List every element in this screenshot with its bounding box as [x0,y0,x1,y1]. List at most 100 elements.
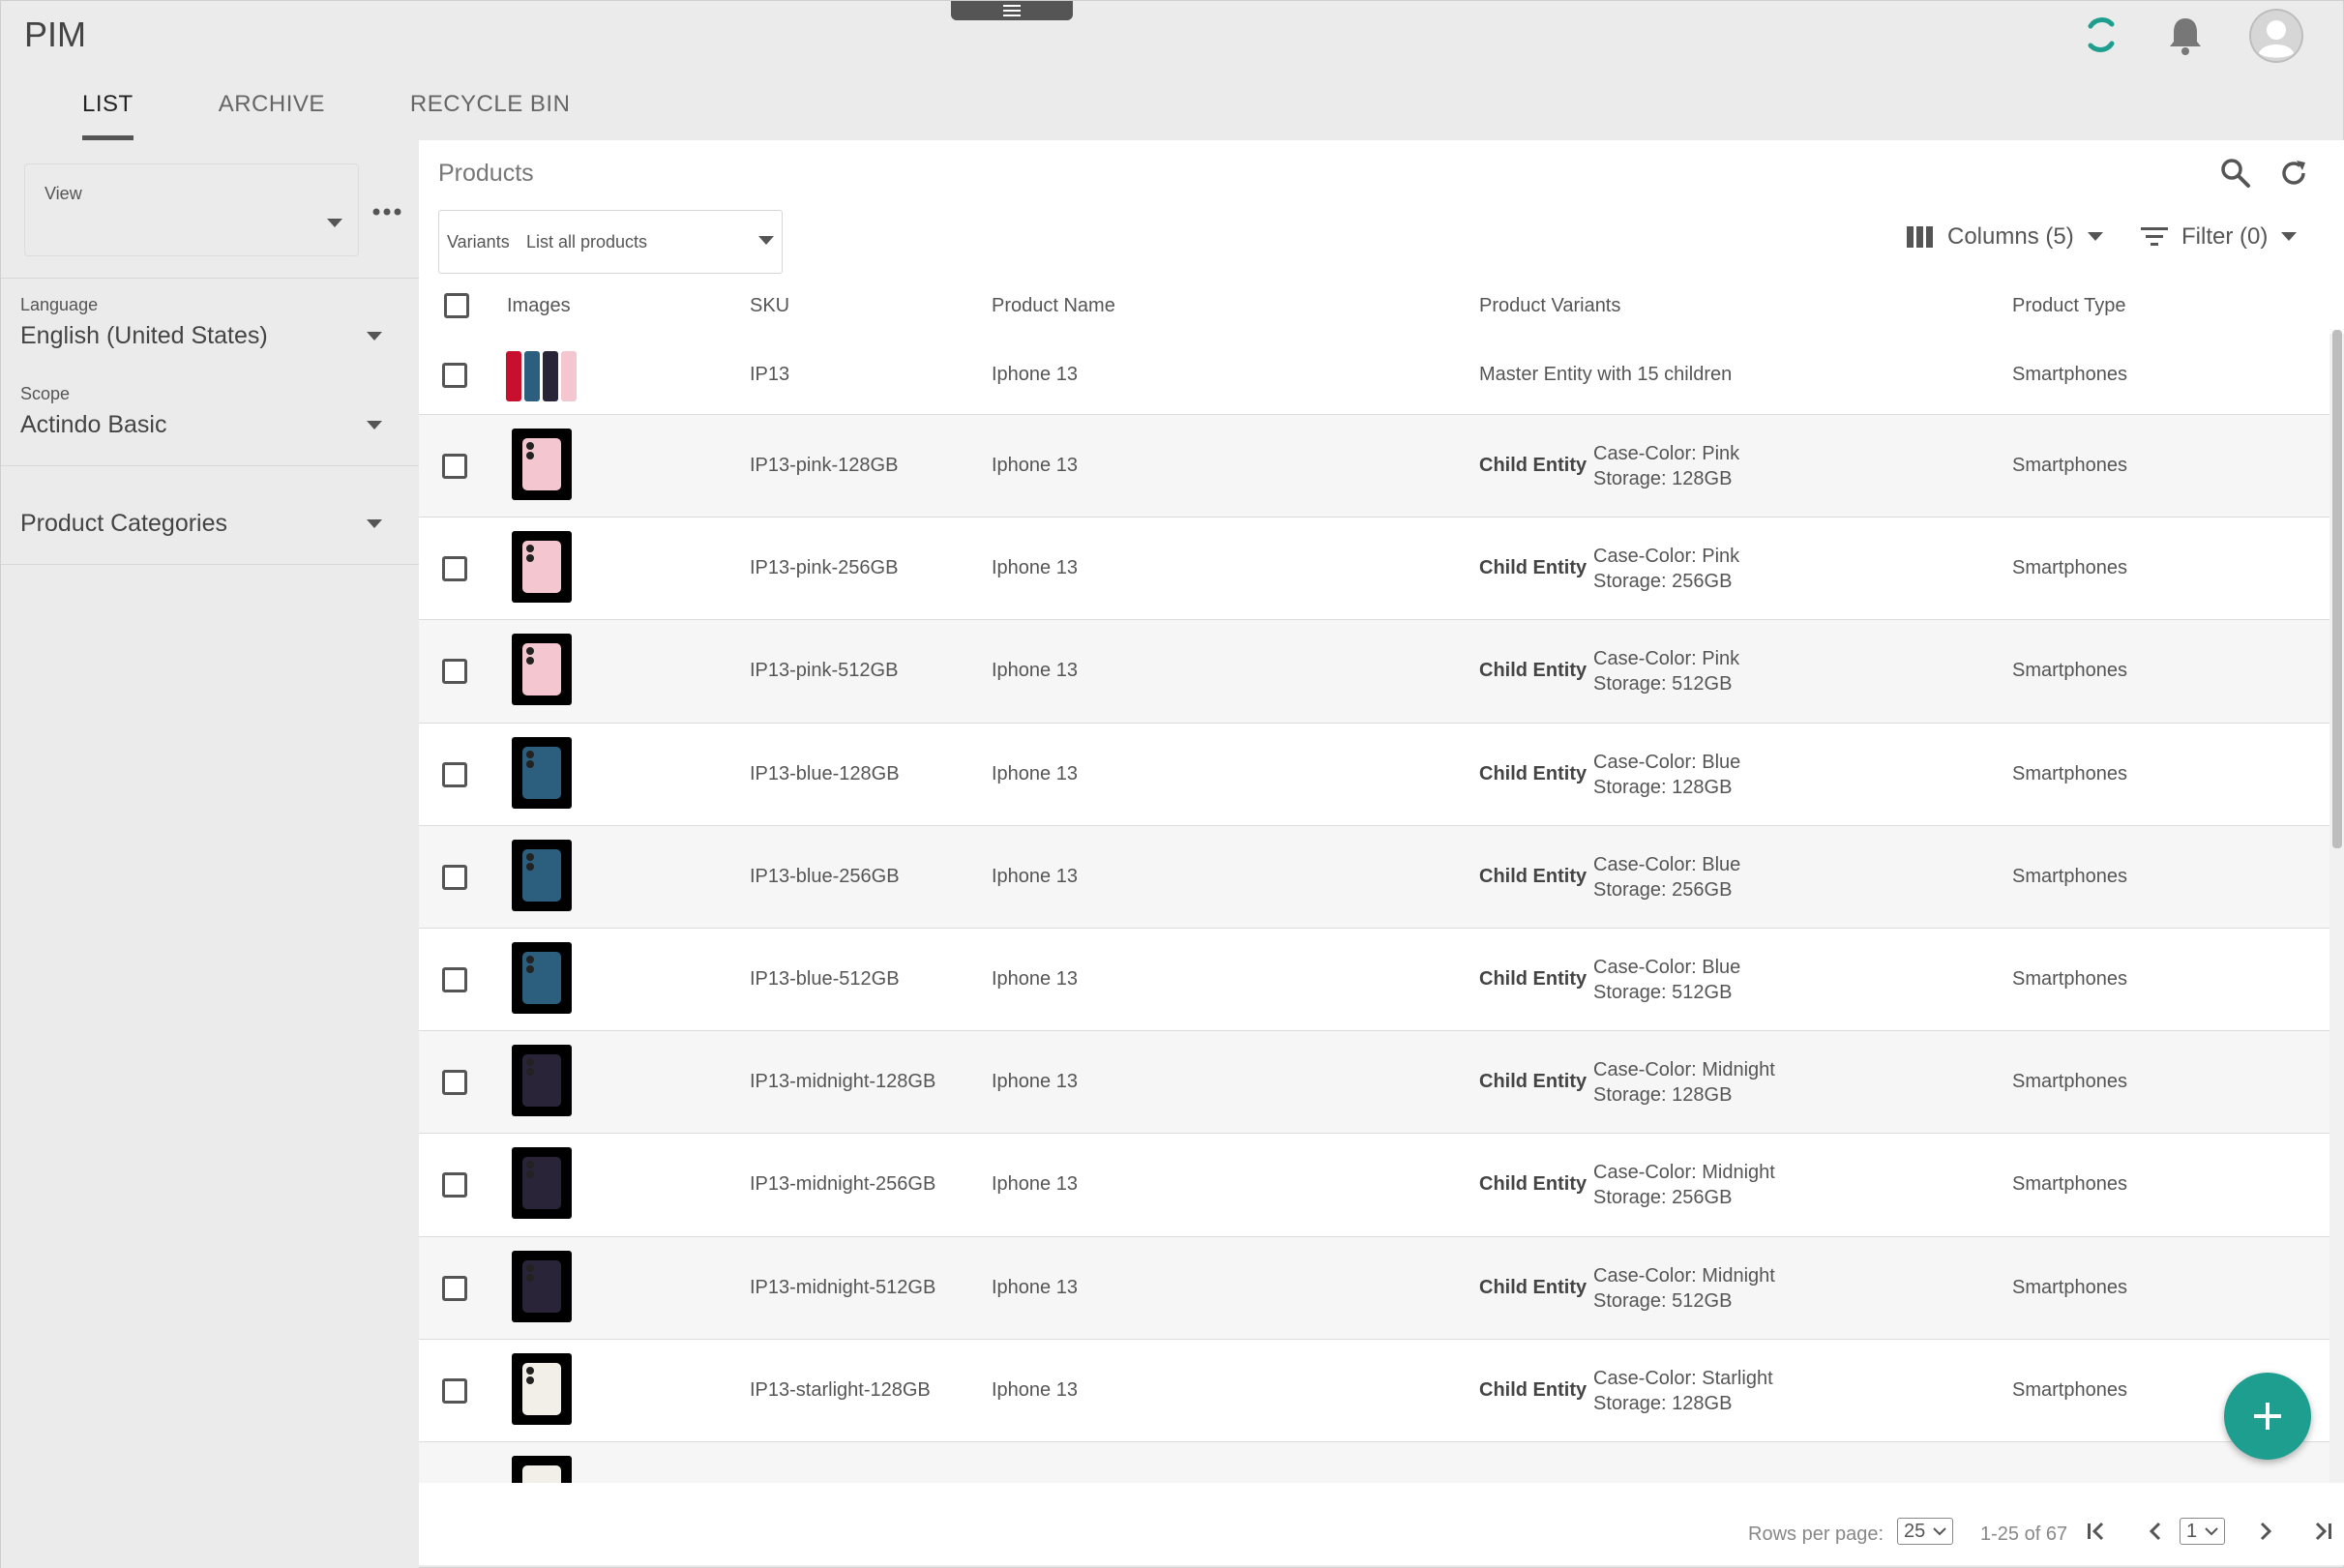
entity-type: Child Entity [1479,1173,1587,1196]
user-icon [2249,9,2303,63]
view-dropdown-arrow-icon [327,219,342,227]
row-checkbox[interactable] [442,1275,467,1301]
variant-attributes: Case-Color: Blue Storage: 128GB [1593,750,1740,800]
row-checkbox[interactable] [442,454,467,479]
product-type-cell: Smartphones [2012,1276,2127,1298]
first-page-icon[interactable] [2085,1520,2108,1543]
pim-app: PIM LIST ARCHIVE RECYCLE BIN View Langua… [0,0,2344,1568]
row-checkbox[interactable] [442,1377,467,1404]
hamburger-icon [1003,5,1021,16]
variants-value: List all products [526,232,648,251]
refresh-icon[interactable] [2278,158,2309,189]
table-row[interactable]: IP13-starlight-128GB Iphone 13 Child Entit… [419,1340,2329,1442]
scrollbar-thumb[interactable] [2332,330,2342,848]
row-checkbox[interactable] [442,1070,467,1096]
row-checkbox[interactable] [442,967,467,992]
variants-dropdown-arrow-icon [758,236,774,245]
row-checkbox[interactable] [442,556,467,582]
add-product-button[interactable] [2224,1373,2311,1460]
case-color-attribute: Case-Color: Pink [1593,648,1740,670]
table-row[interactable]: IP13 Iphone 13 Master Entity with 15 chi… [419,336,2329,415]
entity-type: Child Entity [1479,1378,1587,1401]
product-type-cell: Smartphones [2012,1378,2127,1401]
product-name-cell: Iphone 13 [992,1276,1078,1298]
chevron-down-icon [2205,1526,2218,1535]
next-page-icon[interactable] [2253,1520,2276,1543]
table-header: Images SKU Product Name Product Variants… [419,280,2329,336]
table-row[interactable]: IP13-pink-128GB Iphone 13 Child Entity Case… [419,415,2329,518]
case-color-attribute: Case-Color: Midnight [1593,1059,1775,1081]
product-categories-label: Product Categories [20,510,228,537]
product-name-cell: Iphone 13 [992,557,1078,579]
phone-thumb [522,1362,561,1415]
column-header-images[interactable]: Images [507,295,571,317]
storage-attribute: Storage: 512GB [1593,982,1733,1003]
entity-type: Child Entity [1479,557,1587,579]
sku-cell: IP13-pink-128GB [750,455,899,476]
user-avatar[interactable] [2249,9,2303,63]
row-checkbox[interactable] [442,864,467,890]
product-type-cell: Smartphones [2012,455,2127,476]
previous-page-icon[interactable] [2145,1520,2168,1543]
notifications-bell-icon[interactable] [2166,15,2205,57]
product-name-cell: Iphone 13 [992,660,1078,682]
variants-select[interactable]: Variants List all products [438,210,783,274]
phone-thumb [522,1465,561,1483]
column-header-product-variants[interactable]: Product Variants [1479,295,1620,317]
table-row[interactable]: IP13-midnight-512GB Iphone 13 Child Entity… [419,1236,2329,1340]
storage-attribute: Storage: 256GB [1593,878,1733,901]
table-row[interactable]: IP13-blue-128GB Iphone 13 Child Entity Case… [419,724,2329,826]
product-image [512,531,572,604]
rows-per-page-value: 25 [1904,1520,1926,1542]
filter-button[interactable]: Filter (0) [2141,223,2298,251]
storage-attribute: Storage: 128GB [1593,1084,1733,1107]
rows-per-page-select[interactable]: 25 [1897,1518,1954,1545]
table-row[interactable]: IP13-pink-512GB Iphone 13 Child Entity Case… [419,620,2329,724]
select-all-checkbox[interactable] [444,293,469,318]
phone-thumb [522,1054,561,1108]
page-select[interactable]: 1 [2180,1518,2226,1545]
view-select[interactable]: View [24,163,359,256]
column-header-sku[interactable]: SKU [750,295,789,317]
sku-cell: IP13-midnight-128GB [750,1071,936,1093]
product-image [512,634,572,706]
sku-cell: IP13-midnight-256GB [750,1173,936,1196]
more-options-icon[interactable] [372,208,401,216]
case-color-attribute: Case-Color: Midnight [1593,1264,1775,1287]
last-page-icon[interactable] [2311,1520,2334,1543]
search-icon[interactable] [2220,158,2251,189]
tab-list[interactable]: LIST [40,74,176,140]
columns-button[interactable]: Columns (5) [1907,223,2103,251]
row-checkbox[interactable] [442,659,467,685]
view-label: View [45,184,82,203]
menu-handle[interactable] [951,1,1073,20]
table-row[interactable]: IP13-pink-256GB Iphone 13 Child Entity Case… [419,518,2329,621]
sku-cell: IP13-blue-512GB [750,968,900,990]
row-checkbox[interactable] [442,1172,467,1198]
product-image [512,736,572,809]
sku-cell: IP13-blue-128GB [750,762,900,784]
phone-thumb [522,746,561,799]
table-row[interactable]: IP13-blue-256GB Iphone 13 Child Entity Case… [419,825,2329,929]
variants-label: Variants [447,232,510,251]
columns-label: Columns (5) [1947,223,2074,250]
phone-pink-thumb [561,351,577,401]
column-header-product-type[interactable]: Product Type [2012,295,2125,317]
tab-archive[interactable]: ARCHIVE [176,74,368,140]
case-color-attribute: Case-Color: Blue [1593,853,1741,875]
row-checkbox[interactable] [442,761,467,787]
column-header-product-name[interactable]: Product Name [992,295,1115,317]
product-name-cell: Iphone 13 [992,1378,1078,1401]
table-row[interactable]: IP13-blue-512GB Iphone 13 Child Entity Case… [419,929,2329,1032]
phone-thumb [522,438,561,490]
row-checkbox[interactable] [442,363,467,388]
product-image [512,1352,572,1425]
tab-recycle-bin[interactable]: RECYCLE BIN [368,74,613,140]
scope-label: Scope [20,384,71,403]
table-row[interactable]: IP13-midnight-256GB Iphone 13 Child Entity… [419,1134,2329,1237]
table-row[interactable]: IP13-midnight-128GB Iphone 13 Child Entity… [419,1031,2329,1135]
columns-icon [1907,226,1933,248]
phone-thumb [522,643,561,696]
variant-attributes: Case-Color: Blue Storage: 256GB [1593,852,1740,902]
table-row[interactable] [419,1442,2329,1483]
